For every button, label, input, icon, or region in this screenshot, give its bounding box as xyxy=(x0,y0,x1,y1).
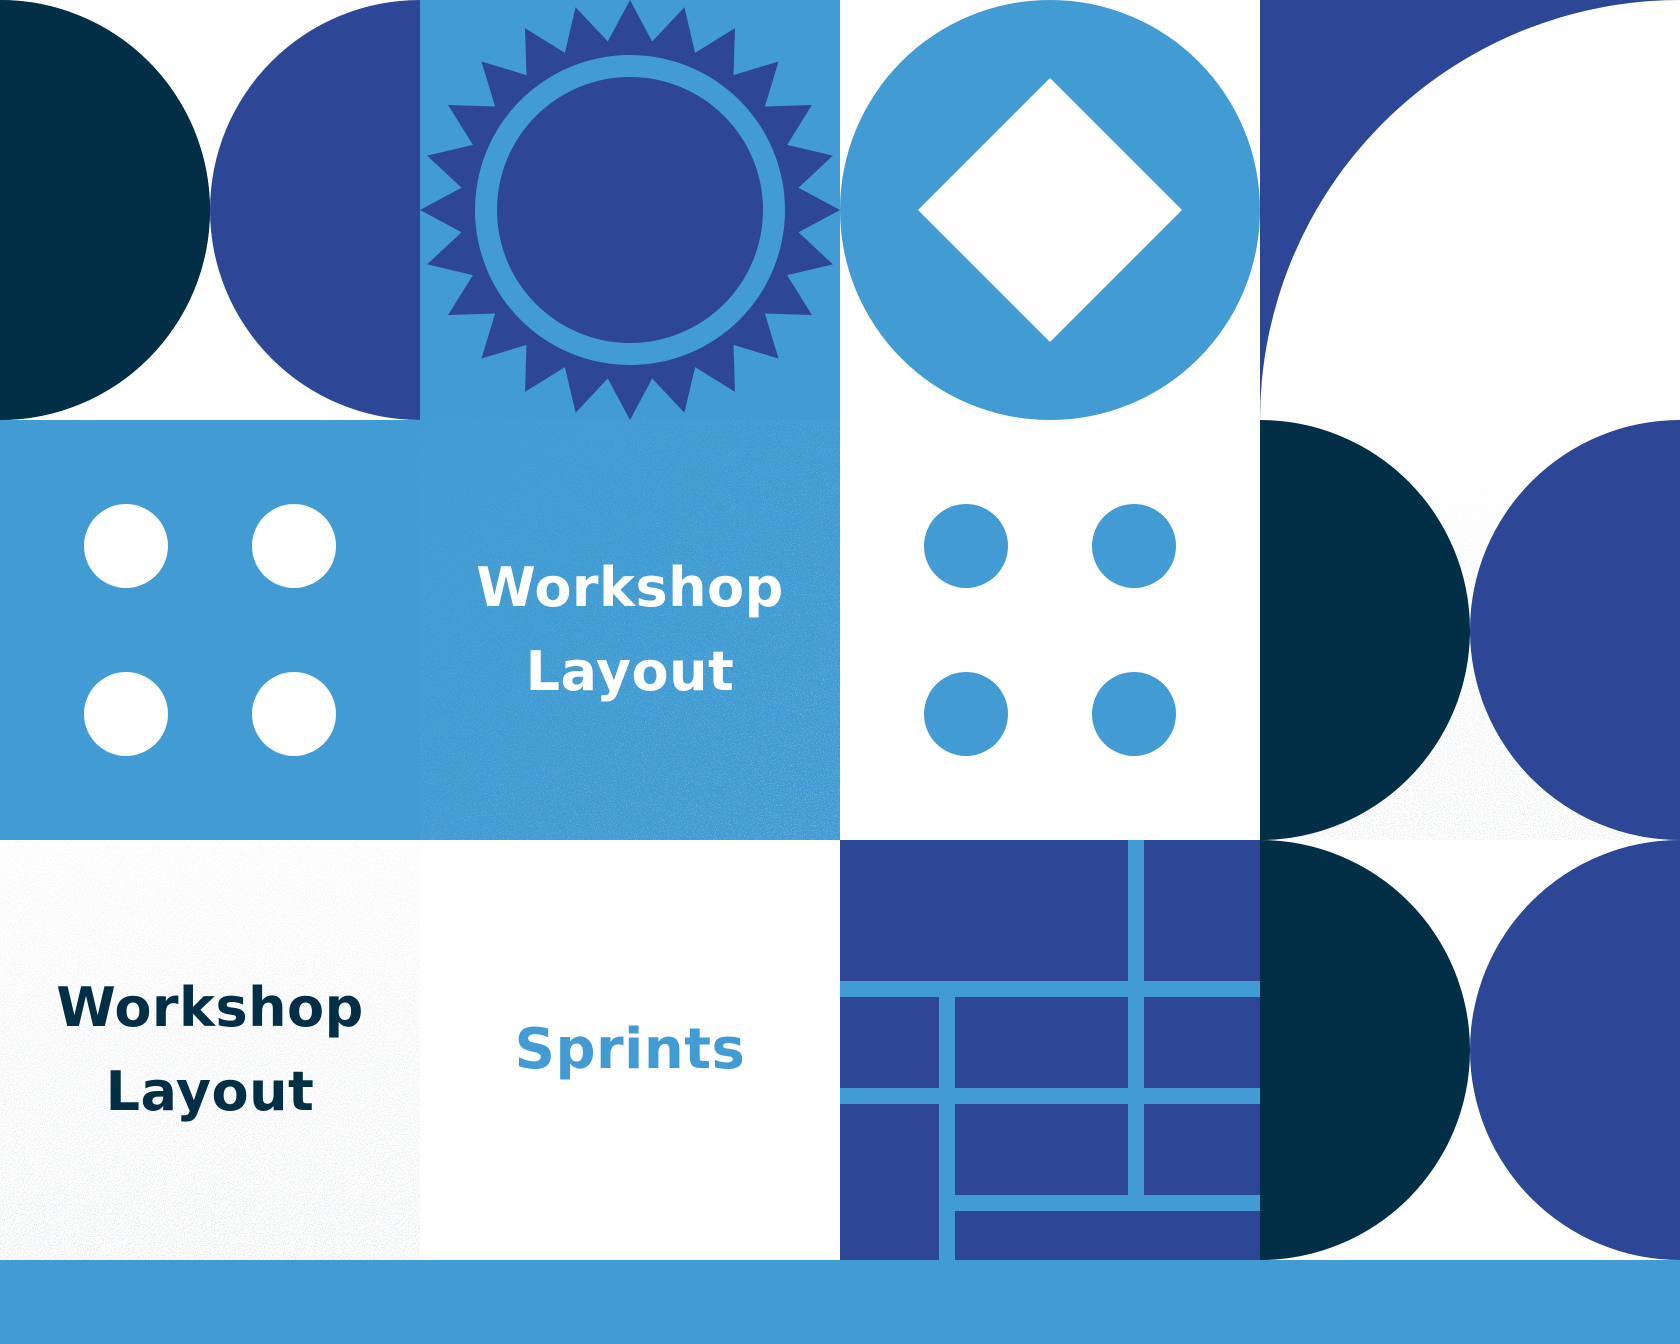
half-circles-tile-top-left xyxy=(0,0,420,420)
heading-line-1: Workshop xyxy=(56,976,364,1039)
half-circles-graphic xyxy=(0,0,420,420)
dot-shape xyxy=(1092,504,1176,588)
quarter-arc-graphic xyxy=(1260,0,1680,420)
white-dots-tile xyxy=(0,420,420,840)
sun-burst-graphic xyxy=(420,0,840,420)
dot-shape xyxy=(84,504,168,588)
diamond-circle-tile xyxy=(840,0,1260,420)
grid-lines-tile xyxy=(840,840,1260,1260)
half-circles-tile-bottom-right xyxy=(1260,840,1680,1260)
pattern-canvas: Workshop Layout Workshop Layout Sprints xyxy=(0,0,1680,1344)
four-dots-graphic xyxy=(0,420,420,840)
workshop-layout-heading: Workshop Layout xyxy=(476,546,784,714)
dot-shape xyxy=(252,504,336,588)
sun-core-shape xyxy=(497,77,763,343)
heading-line-1: Workshop xyxy=(476,556,784,619)
sky-dots-tile xyxy=(840,420,1260,840)
grid-lines-graphic xyxy=(840,840,1260,1260)
bottom-color-band xyxy=(0,1260,1680,1344)
half-circles-graphic xyxy=(1260,420,1680,840)
half-circles-tile-mid-right xyxy=(1260,420,1680,840)
dot-shape xyxy=(924,672,1008,756)
four-dots-graphic xyxy=(840,420,1260,840)
dot-shape xyxy=(252,672,336,756)
quarter-arc-tile xyxy=(1260,0,1680,420)
workshop-layout-heading: Workshop Layout xyxy=(56,966,364,1134)
workshop-layout-tile-light: Workshop Layout xyxy=(0,840,420,1260)
sprints-tile: Sprints xyxy=(420,840,840,1260)
heading-line-2: Layout xyxy=(105,1060,315,1123)
sun-tile xyxy=(420,0,840,420)
sprints-heading: Sprints xyxy=(514,1017,746,1082)
dot-shape xyxy=(924,504,1008,588)
dot-shape xyxy=(84,672,168,756)
dot-shape xyxy=(1092,672,1176,756)
tile-grid: Workshop Layout Workshop Layout Sprints xyxy=(0,0,1680,1260)
workshop-layout-tile-blue: Workshop Layout xyxy=(420,420,840,840)
diamond-circle-graphic xyxy=(840,0,1260,420)
half-circles-graphic xyxy=(1260,840,1680,1260)
heading-line-2: Layout xyxy=(525,640,735,703)
